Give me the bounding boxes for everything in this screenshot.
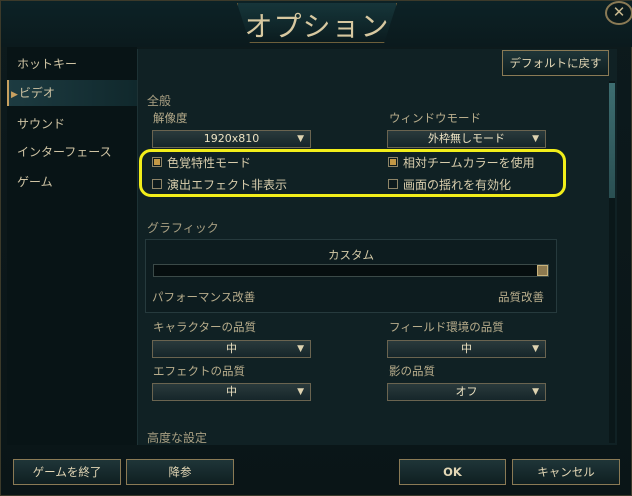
dropdown-value: オフ [455, 385, 478, 398]
sidebar-item-label: インターフェース [17, 145, 112, 159]
chevron-down-icon: ▼ [532, 344, 539, 354]
dropdown-value: 1920x810 [203, 132, 260, 145]
resolution-dropdown[interactable]: 1920x810 ▼ [152, 130, 311, 148]
sidebar-item-interface[interactable]: インターフェース [7, 139, 137, 165]
chevron-down-icon: ▼ [532, 387, 539, 397]
environment-quality-label: フィールド環境の品質 [389, 320, 504, 334]
section-graphics-title: グラフィック [147, 221, 219, 235]
scrollbar-thumb[interactable] [609, 83, 615, 198]
sidebar-item-game[interactable]: ゲーム [7, 169, 137, 195]
dropdown-value: 外枠無しモード [428, 132, 505, 145]
window-mode-label: ウィンドウモード [389, 111, 481, 125]
sidebar-item-sound[interactable]: サウンド [7, 111, 137, 137]
sidebar-item-label: ホットキー [17, 57, 78, 71]
dropdown-value: 中 [461, 342, 472, 355]
window-title: オプション [244, 10, 390, 43]
window-mode-dropdown[interactable]: 外枠無しモード ▼ [387, 130, 546, 148]
resolution-label: 解像度 [153, 111, 188, 125]
slider-max-label: 品質改善 [498, 290, 544, 304]
dropdown-value: 中 [226, 385, 237, 398]
close-icon: ✕ [612, 3, 626, 21]
sidebar-item-label: ビデオ [18, 86, 55, 100]
chevron-down-icon: ▼ [297, 134, 304, 144]
graphics-slider-handle[interactable] [537, 265, 548, 276]
chevron-down-icon: ▼ [297, 344, 304, 354]
environment-quality-dropdown[interactable]: 中 ▼ [387, 340, 546, 358]
graphics-quality-slider[interactable] [153, 264, 549, 277]
cancel-button[interactable]: キャンセル [512, 459, 620, 485]
dropdown-value: 中 [226, 342, 237, 355]
close-button[interactable]: ✕ [605, 1, 632, 25]
chevron-down-icon: ▼ [297, 387, 304, 397]
slider-min-label: パフォーマンス改善 [152, 290, 256, 304]
chevron-down-icon: ▼ [532, 134, 539, 144]
character-quality-label: キャラクターの品質 [153, 320, 257, 334]
sidebar: ホットキー ▶ビデオ サウンド インターフェース ゲーム [7, 47, 137, 445]
scrollbar[interactable] [609, 81, 615, 443]
section-general-title: 全般 [147, 94, 172, 108]
shadow-quality-dropdown[interactable]: オフ ▼ [387, 383, 546, 401]
graphics-preset-label: カスタム [328, 248, 374, 262]
sidebar-item-label: サウンド [17, 117, 66, 131]
character-quality-dropdown[interactable]: 中 ▼ [152, 340, 311, 358]
effects-quality-dropdown[interactable]: 中 ▼ [152, 383, 311, 401]
shadow-quality-label: 影の品質 [389, 364, 435, 378]
sidebar-item-video[interactable]: ▶ビデオ [7, 80, 137, 106]
sidebar-item-label: ゲーム [17, 175, 53, 189]
surrender-button[interactable]: 降参 [126, 459, 234, 485]
effects-quality-label: エフェクトの品質 [153, 364, 245, 378]
title-bar: オプション ✕ [1, 1, 632, 47]
highlight-outline [139, 149, 566, 197]
section-advanced-title: 高度な設定 [147, 431, 208, 445]
sidebar-item-hotkeys[interactable]: ホットキー [7, 51, 137, 77]
chevron-right-icon: ▶ [11, 90, 18, 100]
options-window: オプション ✕ ホットキー ▶ビデオ サウンド インターフェース ゲーム デフォ… [0, 0, 632, 496]
exit-game-button[interactable]: ゲームを終了 [13, 459, 121, 485]
restore-defaults-button[interactable]: デフォルトに戻す [502, 50, 609, 76]
ok-button[interactable]: OK [399, 459, 506, 485]
